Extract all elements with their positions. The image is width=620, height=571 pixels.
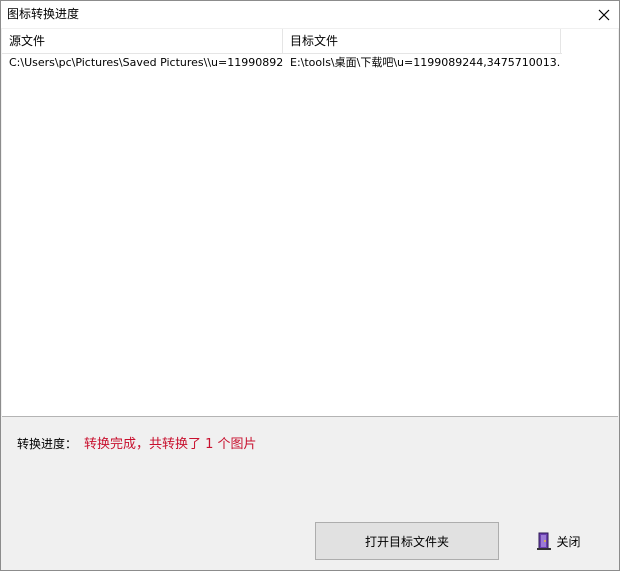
list-header: 源文件 目标文件 — [2, 29, 562, 54]
progress-label: 转换进度： — [17, 437, 78, 451]
title-bar: 图标转换进度 — [1, 1, 619, 28]
source-file-cell: C:\Users\pc\Pictures\Saved Pictures\\u=1… — [9, 56, 283, 69]
progress-dialog: 图标转换进度 源文件 目标文件 C:\Users\pc\Pictures\Sav… — [0, 0, 620, 571]
column-header-source[interactable]: 源文件 — [2, 29, 283, 53]
open-target-folder-label: 打开目标文件夹 — [364, 534, 449, 549]
door-exit-icon — [536, 531, 552, 551]
close-button-label: 关闭 — [556, 534, 581, 549]
target-file-cell: E:\tools\桌面\下载吧\u=1199089244,3475710013.… — [290, 56, 561, 69]
list-row[interactable]: C:\Users\pc\Pictures\Saved Pictures\\u=1… — [2, 53, 562, 73]
open-target-folder-button[interactable]: 打开目标文件夹 — [315, 522, 499, 560]
window-title: 图标转换进度 — [7, 7, 80, 21]
progress-status: 转换完成，共转换了 1 个图片 — [84, 437, 257, 452]
window-close-button[interactable] — [589, 1, 619, 28]
close-icon — [598, 9, 610, 20]
column-header-target[interactable]: 目标文件 — [283, 29, 561, 53]
file-list[interactable]: 源文件 目标文件 C:\Users\pc\Pictures\Saved Pict… — [2, 29, 618, 417]
close-button[interactable]: 关闭 — [499, 522, 618, 560]
